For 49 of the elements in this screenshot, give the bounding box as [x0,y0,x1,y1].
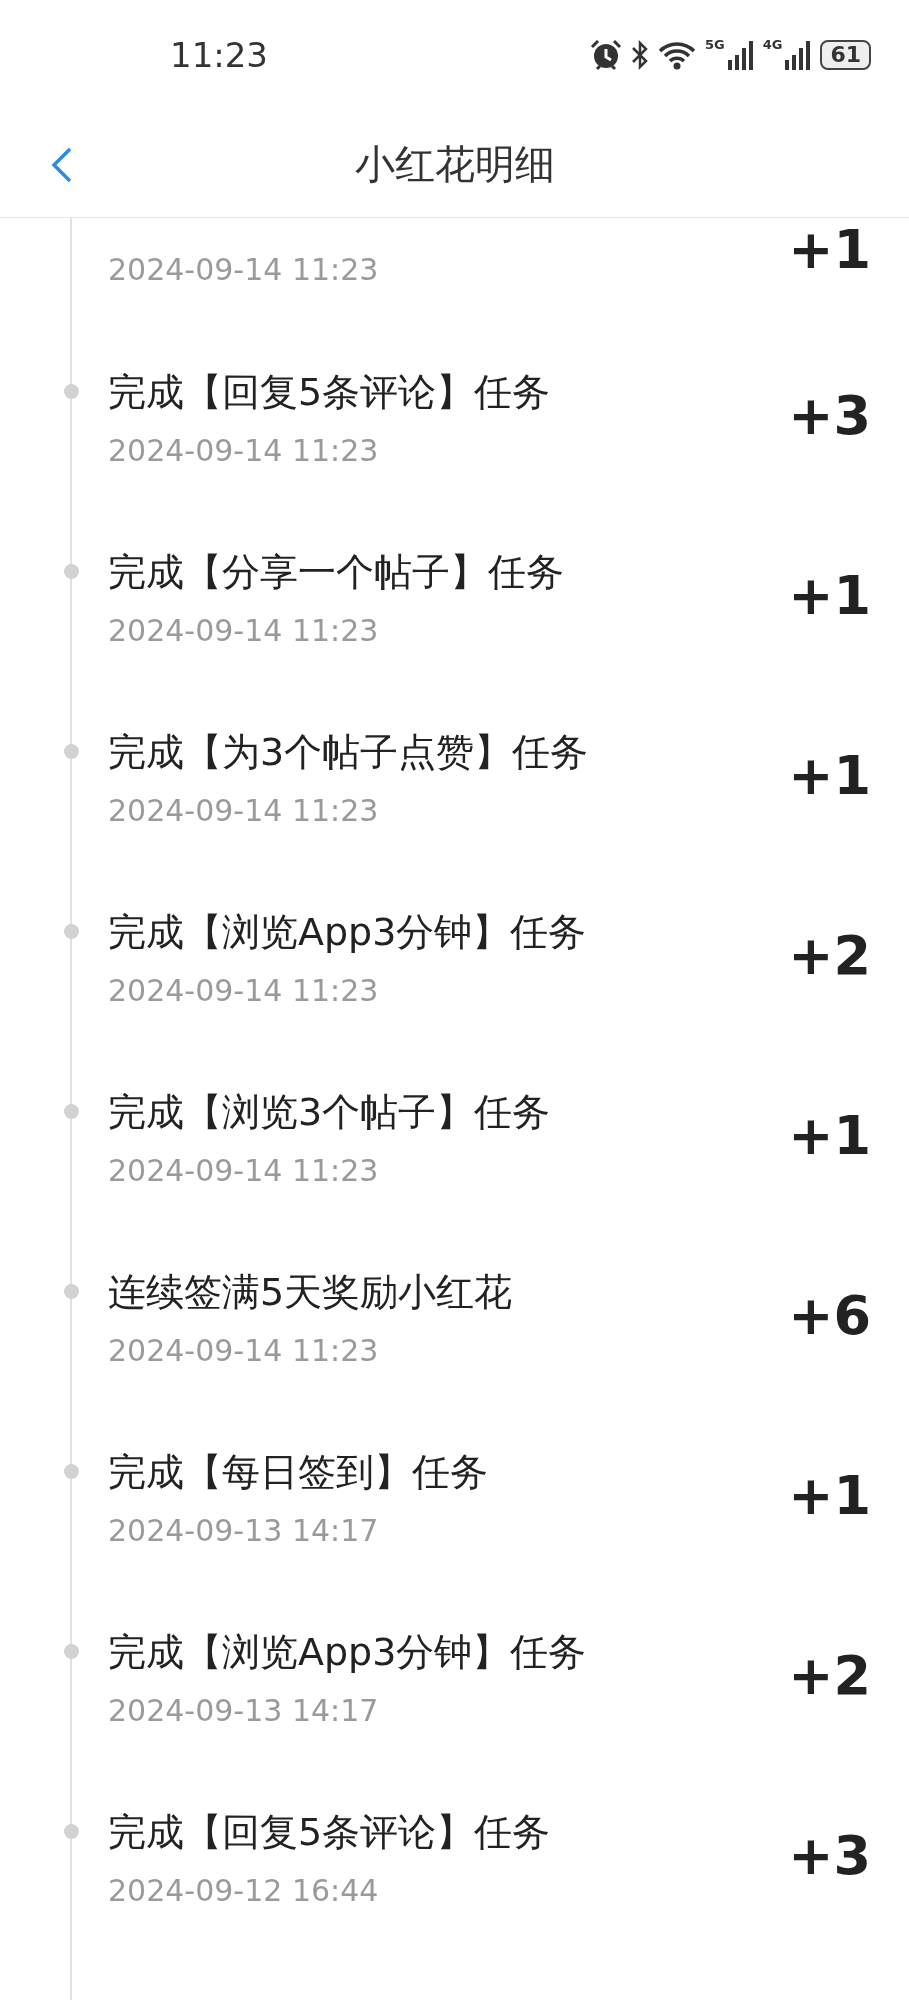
bluetooth-icon [630,40,649,70]
network-label: 5G [704,38,725,51]
points-value: +1 [788,1462,871,1529]
record-date: 2024-09-12 16:44 [108,1872,380,1910]
signal-icon [784,40,813,70]
record-date: 2024-09-14 11:23 [108,612,380,650]
timeline-dot [64,1464,79,1479]
back-icon[interactable] [50,146,74,184]
record-title: 完成【浏览App3分钟】任务 [108,1629,588,1676]
timeline-dot [64,1644,79,1659]
record-date: 2024-09-14 11:23 [108,251,380,289]
record-title: 完成【为3个帖子点赞】任务 [108,729,590,776]
timeline-dot [64,564,79,579]
points-value: +3 [788,382,871,449]
timeline-dot [64,924,79,939]
record-title: 完成【分享一个帖子】任务 [108,549,565,596]
timeline-dot [64,1284,79,1299]
page-title: 小红花明细 [354,139,555,189]
points-value: +2 [788,922,871,989]
points-value: +3 [788,1822,871,1889]
record-title: 完成【每日签到】任务 [108,1449,489,1496]
record-date: 2024-09-13 14:17 [108,1512,380,1550]
timeline-dot [64,1104,79,1119]
record-date: 2024-09-13 14:17 [108,1692,380,1730]
points-value: +1 [788,1102,871,1169]
points-value: +1 [788,218,871,282]
record-date: 2024-09-14 11:23 [108,432,380,470]
alarm-icon [588,39,623,71]
battery-indicator: 61 [820,40,871,70]
record-date: 2024-09-14 11:23 [108,792,380,830]
record-title: 连续签满5天奖励小红花 [108,1269,514,1316]
record-date: 2024-09-14 11:23 [108,1152,380,1190]
points-value: +6 [788,1282,871,1349]
points-value: +2 [788,1642,871,1709]
record-title: 完成【浏览App3分钟】任务 [108,909,588,956]
points-value: +1 [788,742,871,809]
clock-time: 11:23 [170,33,268,77]
network-label: 4G [762,38,783,51]
wifi-icon [656,40,697,70]
record-date: 2024-09-14 11:23 [108,1332,380,1370]
timeline-dot [64,384,79,399]
record-title: 完成【浏览3个帖子】任务 [108,1089,552,1136]
timeline-dot [64,744,79,759]
record-date: 2024-09-14 11:23 [108,972,380,1010]
timeline-dot [64,1824,79,1839]
record-title: 完成【回复5条评论】任务 [108,369,552,416]
signal-icon [726,40,755,70]
record-title: 完成【回复5条评论】任务 [108,1809,552,1856]
points-value: +1 [788,562,871,629]
